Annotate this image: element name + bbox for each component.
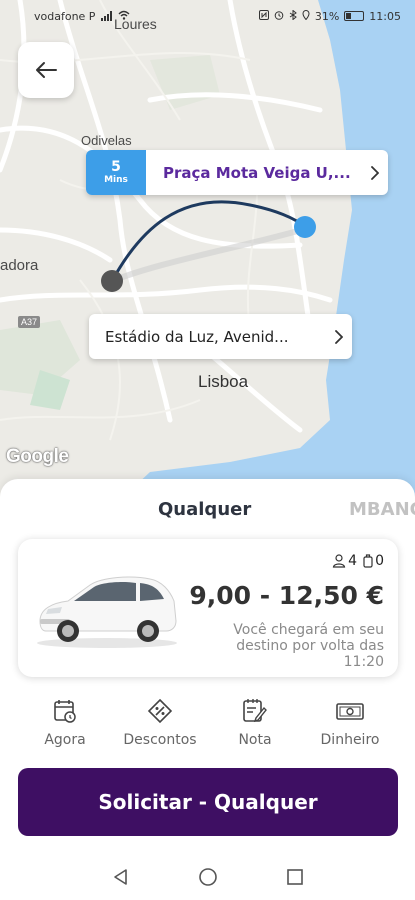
destination-marker — [294, 216, 316, 238]
bluetooth-icon — [289, 8, 297, 23]
clock: 11:05 — [369, 9, 401, 23]
arrival-estimate: Você chegará em seu destino por volta da… — [233, 622, 384, 668]
nav-recents-icon[interactable] — [285, 867, 305, 887]
luggage-count: 0 — [375, 553, 384, 569]
alarm-icon — [274, 10, 284, 23]
ride-options-row: Agora Descontos Nota Dinheiro — [0, 697, 415, 757]
calendar-clock-icon — [54, 700, 76, 723]
origin-marker — [101, 270, 123, 292]
map-label-amadora: adora — [0, 257, 39, 274]
origin-address: Estádio da Luz, Avenid... — [105, 327, 289, 346]
discount-icon — [147, 698, 173, 724]
ride-options-sheet: Qualquer MBANC 4 0 9,00 - 12,50 € Você c… — [0, 479, 415, 900]
capacity-info: 4 0 — [332, 553, 384, 569]
option-dinheiro[interactable]: Dinheiro — [300, 697, 400, 748]
option-nota-label: Nota — [238, 732, 272, 748]
eta-unit: Mins — [104, 174, 128, 185]
nav-home-icon[interactable] — [197, 866, 219, 888]
map-label-lisboa: Lisboa — [198, 372, 249, 391]
destination-address: Praça Mota Veiga U,... — [163, 163, 351, 182]
google-logo: Google — [6, 446, 69, 467]
nfc-icon — [258, 9, 269, 23]
cash-icon — [336, 703, 364, 720]
battery-percent: 31% — [314, 9, 340, 23]
map-label-a37: A37 — [18, 316, 41, 328]
passenger-count: 4 — [348, 553, 358, 569]
status-bar: vodafone P 31% 11:05 — [0, 0, 415, 32]
back-button[interactable] — [18, 42, 74, 98]
option-agora-label: Agora — [44, 732, 86, 748]
origin-callout[interactable]: Estádio da Luz, Avenid... — [89, 314, 352, 359]
arrow-left-icon — [36, 62, 57, 78]
option-agora[interactable]: Agora — [15, 697, 115, 748]
map-label-odivelas: Odivelas — [81, 133, 132, 148]
destination-callout[interactable]: 5 Mins Praça Mota Veiga U,... — [86, 150, 388, 195]
note-icon — [243, 699, 267, 723]
nav-back-icon[interactable] — [111, 867, 131, 887]
request-ride-button[interactable]: Solicitar - Qualquer — [18, 768, 398, 836]
option-dinheiro-label: Dinheiro — [320, 732, 380, 748]
person-icon — [332, 554, 346, 568]
price-range: 9,00 - 12,50 € — [189, 581, 384, 610]
carrier-name: vodafone P — [34, 9, 96, 23]
eta-value: 5 — [111, 158, 121, 175]
car-image — [37, 576, 177, 648]
eta-badge: 5 Mins — [86, 150, 146, 195]
tab-qualquer[interactable]: Qualquer — [158, 499, 251, 520]
chevron-right-icon — [360, 165, 388, 180]
vehicle-category-tabs: Qualquer MBANC — [0, 479, 415, 539]
ride-option-card[interactable]: 4 0 9,00 - 12,50 € Você chegará em seu d… — [18, 539, 398, 677]
chevron-right-icon — [324, 329, 352, 344]
wifi-icon — [118, 10, 130, 23]
luggage-icon — [363, 554, 373, 568]
signal-icon — [101, 11, 113, 21]
system-nav-bar — [0, 854, 415, 900]
battery-icon — [344, 11, 365, 21]
location-icon — [302, 9, 310, 23]
option-descontos[interactable]: Descontos — [110, 697, 210, 748]
option-descontos-label: Descontos — [123, 732, 197, 748]
tab-mbanc[interactable]: MBANC — [349, 499, 415, 520]
option-nota[interactable]: Nota — [205, 697, 305, 748]
